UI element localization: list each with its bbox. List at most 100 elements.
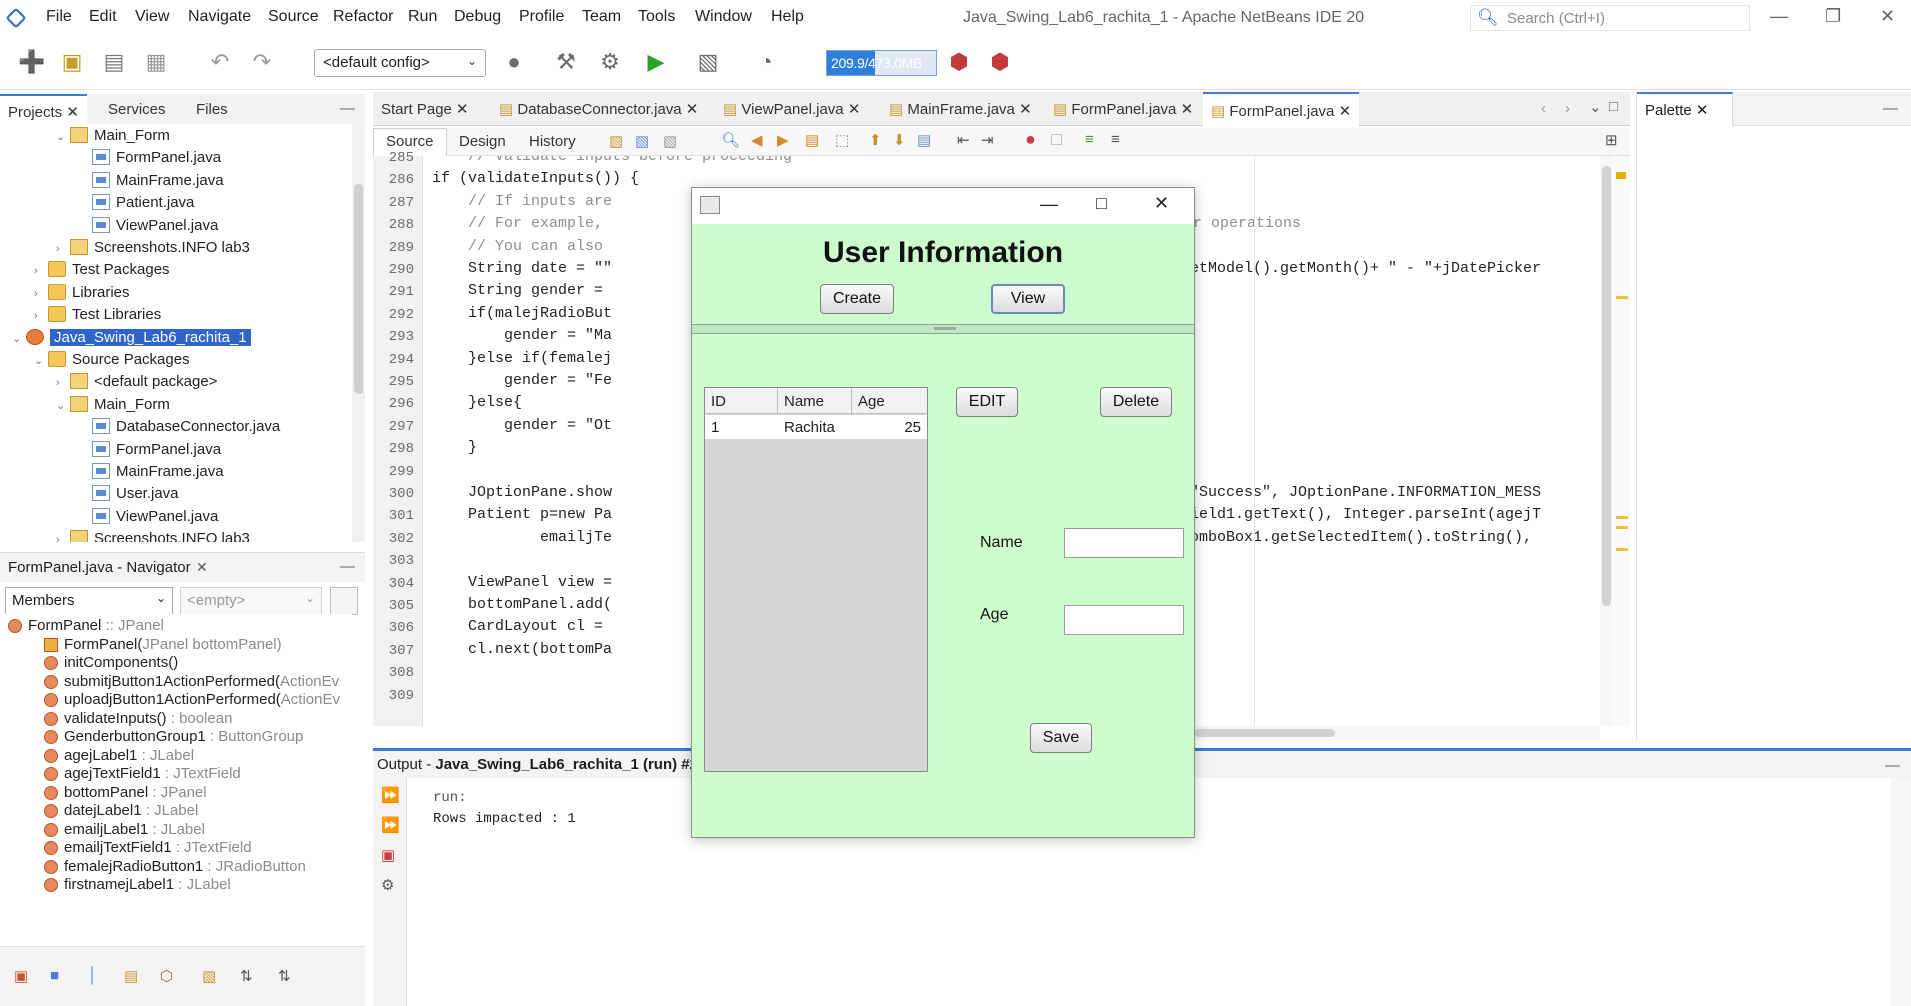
view-button[interactable]: View — [991, 284, 1065, 314]
scroll-tabs-right-icon[interactable]: › — [1565, 100, 1570, 117]
tree-item[interactable]: ⌄ Java_Swing_Lab6_rachita_1 — [12, 327, 251, 349]
chevron-right-icon[interactable]: › — [34, 305, 48, 327]
redo-icon[interactable]: ↷ — [248, 48, 276, 76]
output-scrollbar[interactable] — [1891, 778, 1911, 1006]
menu-tools[interactable]: Tools — [638, 8, 675, 26]
previous-bookmark-icon[interactable]: ⬆ — [869, 131, 882, 149]
open-project-icon[interactable]: ▤ — [100, 48, 128, 76]
tree-item[interactable]: › Libraries — [34, 282, 130, 304]
shift-right-icon[interactable]: ⇥ — [981, 131, 994, 149]
save-all-icon[interactable]: ▦ — [142, 48, 170, 76]
tree-item[interactable]: ViewPanel.java — [78, 215, 218, 237]
close-navigator-icon[interactable]: ✕ — [196, 559, 208, 576]
chevron-right-icon[interactable]: › — [56, 529, 70, 542]
maximize-icon[interactable]: □ — [1096, 193, 1107, 214]
gc-icon[interactable]: ⬢ — [945, 48, 973, 76]
tree-item[interactable]: FormPanel.java — [78, 147, 221, 169]
tree-item[interactable]: User.java — [78, 483, 179, 505]
split-editor-icon[interactable]: ⊞ — [1605, 131, 1618, 149]
split-pane-divider[interactable] — [692, 324, 1194, 334]
menu-view[interactable]: View — [135, 8, 169, 26]
menu-file[interactable]: File — [46, 8, 72, 26]
tree-item[interactable]: ViewPanel.java — [78, 506, 218, 528]
filter-static-icon[interactable]: │ — [88, 967, 97, 984]
error-stripe[interactable] — [1612, 156, 1630, 726]
tab-databaseconnector[interactable]: ▤ DatabaseConnector.java ✕ — [491, 92, 706, 126]
output-tab[interactable]: Output - Java_Swing_Lab6_rachita_1 (run)… — [377, 756, 698, 773]
table-row[interactable]: 1 Rachita 25 — [705, 415, 927, 439]
chevron-down-icon[interactable]: ⌄ — [56, 126, 70, 148]
dialog-titlebar[interactable]: — □ ✕ — [692, 188, 1194, 224]
maximize-editor-icon[interactable]: □ — [1609, 98, 1618, 115]
chevron-right-icon[interactable]: › — [56, 238, 70, 260]
subtab-history[interactable]: History — [529, 133, 576, 150]
stripe-marker[interactable] — [1616, 548, 1628, 551]
chevron-down-icon[interactable]: ⌄ — [12, 328, 26, 350]
settings-icon[interactable]: ⚙ — [381, 876, 394, 894]
stop-macro-icon[interactable]: □ — [1051, 129, 1062, 150]
tree-item[interactable]: ⌄ Main_Form — [56, 394, 170, 416]
tab-viewpanel[interactable]: ▤ ViewPanel.java ✕ — [715, 92, 868, 126]
chevron-right-icon[interactable]: › — [56, 372, 70, 394]
table-header-name[interactable]: Name — [778, 388, 852, 414]
save-button[interactable]: Save — [1030, 723, 1092, 753]
close-icon[interactable]: ✕ — [1154, 193, 1169, 214]
close-icon[interactable]: ✕ — [1880, 6, 1895, 27]
profile-icon[interactable]: ◔ — [752, 48, 780, 76]
forward-icon[interactable]: ▧ — [663, 132, 677, 150]
tab-start-page[interactable]: Start Page ✕ — [373, 92, 477, 126]
editor-hscrollbar[interactable] — [1195, 726, 1600, 740]
toggle-highlight-icon[interactable]: ▤ — [805, 131, 819, 149]
back-icon[interactable]: ▧ — [635, 132, 649, 150]
age-field[interactable] — [1064, 605, 1184, 635]
minimize-panel-icon[interactable]: — — [1885, 757, 1900, 774]
next-bookmark-icon[interactable]: ⬇ — [893, 131, 906, 149]
tree-item[interactable]: Patient.java — [78, 192, 194, 214]
clean-build-icon[interactable]: ⚙ — [596, 48, 624, 76]
name-field[interactable] — [1064, 528, 1184, 558]
menu-edit[interactable]: Edit — [89, 8, 117, 26]
config-select[interactable]: <default config> ⌄ — [314, 49, 486, 77]
tree-item[interactable]: › Test Packages — [34, 259, 170, 281]
menu-navigate[interactable]: Navigate — [188, 8, 251, 26]
tab-formpanel-1[interactable]: ▤ FormPanel.java ✕ — [1045, 92, 1201, 126]
tree-item[interactable]: ⌄ Main_Form — [56, 125, 170, 147]
subtab-design[interactable]: Design — [459, 133, 506, 150]
menu-debug[interactable]: Debug — [454, 8, 501, 26]
filter-fields-icon[interactable]: ■ — [50, 967, 59, 984]
start-macro-icon[interactable]: ● — [1025, 129, 1036, 150]
find-previous-icon[interactable]: ◀ — [751, 131, 763, 149]
tree-item[interactable]: ⌄ Source Packages — [34, 349, 190, 371]
build-icon[interactable]: ⚒ — [552, 48, 580, 76]
tab-files[interactable]: Files — [188, 94, 236, 126]
new-file-icon[interactable]: ➕ — [18, 48, 46, 76]
debug-icon[interactable]: ▧ — [694, 48, 722, 76]
chevron-right-icon[interactable]: › — [34, 260, 48, 282]
comment-icon[interactable]: ≡ — [1085, 131, 1094, 148]
menu-help[interactable]: Help — [771, 8, 804, 26]
undo-icon[interactable]: ↶ — [206, 48, 234, 76]
minimize-panel-icon[interactable]: — — [340, 558, 355, 575]
create-button[interactable]: Create — [820, 284, 894, 314]
tree-item[interactable]: FormPanel.java — [78, 439, 221, 461]
scroll-tabs-left-icon[interactable]: ‹ — [1541, 100, 1546, 117]
tree-item[interactable]: › <default package> — [56, 371, 217, 393]
members-select[interactable]: Members ⌄ — [5, 587, 173, 615]
chevron-down-icon[interactable]: ⌄ — [56, 395, 70, 417]
navigator-item[interactable]: firstnamejLabel1 : JLabel — [44, 874, 231, 896]
tab-palette[interactable]: Palette ✕ — [1637, 92, 1733, 126]
empty-select[interactable]: <empty> ⌄ — [180, 587, 322, 615]
rerun-icon[interactable]: ⏩ — [381, 786, 400, 804]
tree-item[interactable]: › Screenshots.INFO lab3 — [56, 237, 250, 259]
minimize-icon[interactable]: — — [1770, 6, 1788, 27]
menu-source[interactable]: Source — [268, 8, 319, 26]
table-header-age[interactable]: Age — [852, 388, 927, 414]
show-opened-documents-icon[interactable]: ⌄ — [1589, 98, 1602, 116]
menu-team[interactable]: Team — [582, 8, 621, 26]
chevron-down-icon[interactable]: ⌄ — [34, 350, 48, 372]
minimize-panel-icon[interactable]: — — [1883, 100, 1898, 117]
new-project-icon[interactable]: ▣ — [58, 48, 86, 76]
menu-refactor[interactable]: Refactor — [333, 8, 393, 26]
last-edit-icon[interactable]: ▧ — [609, 132, 623, 150]
edit-button[interactable]: EDIT — [956, 387, 1018, 417]
